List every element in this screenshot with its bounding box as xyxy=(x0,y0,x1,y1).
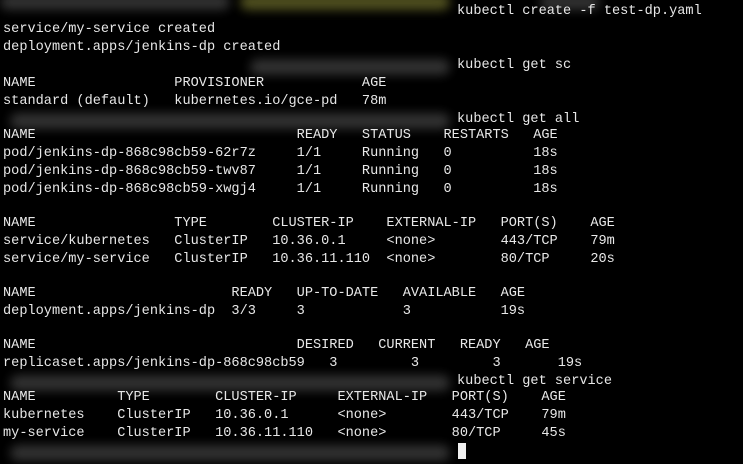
redacted-prompt xyxy=(250,59,450,75)
output-line: NAME DESIRED CURRENT READY AGE xyxy=(3,338,550,353)
terminal-window[interactable]: kubectl create -f test-dp.yaml service/m… xyxy=(0,0,743,464)
redacted-prompt xyxy=(10,445,450,461)
output-line: service/my-service created xyxy=(3,22,216,37)
output-line: pod/jenkins-dp-868c98cb59-twv87 1/1 Runn… xyxy=(3,164,558,179)
output-line: NAME PROVISIONER AGE xyxy=(3,76,387,91)
redacted-prompt xyxy=(0,0,230,10)
redacted-prompt xyxy=(240,0,450,10)
output-line: deployment.apps/jenkins-dp 3/3 3 3 19s xyxy=(3,304,526,319)
output-line: pod/jenkins-dp-868c98cb59-xwgj4 1/1 Runn… xyxy=(3,182,558,197)
output-line: service/my-service ClusterIP 10.36.11.11… xyxy=(3,252,615,267)
text-cursor[interactable] xyxy=(458,443,466,459)
command-get-sc: kubectl get sc xyxy=(457,58,572,73)
output-line: NAME READY STATUS RESTARTS AGE xyxy=(3,128,558,143)
output-line: kubernetes ClusterIP 10.36.0.1 <none> 44… xyxy=(3,408,566,423)
output-line: NAME READY UP-TO-DATE AVAILABLE AGE xyxy=(3,286,526,301)
output-line: standard (default) kubernetes.io/gce-pd … xyxy=(3,94,387,109)
output-line: NAME TYPE CLUSTER-IP EXTERNAL-IP PORT(S)… xyxy=(3,216,615,231)
output-line: service/kubernetes ClusterIP 10.36.0.1 <… xyxy=(3,234,615,249)
command-create: kubectl create -f test-dp.yaml xyxy=(457,4,702,19)
output-line: pod/jenkins-dp-868c98cb59-62r7z 1/1 Runn… xyxy=(3,146,558,161)
output-line: my-service ClusterIP 10.36.11.110 <none>… xyxy=(3,426,566,441)
output-line: replicaset.apps/jenkins-dp-868c98cb59 3 … xyxy=(3,356,583,371)
output-line: deployment.apps/jenkins-dp created xyxy=(3,40,281,55)
output-line: NAME TYPE CLUSTER-IP EXTERNAL-IP PORT(S)… xyxy=(3,390,566,405)
